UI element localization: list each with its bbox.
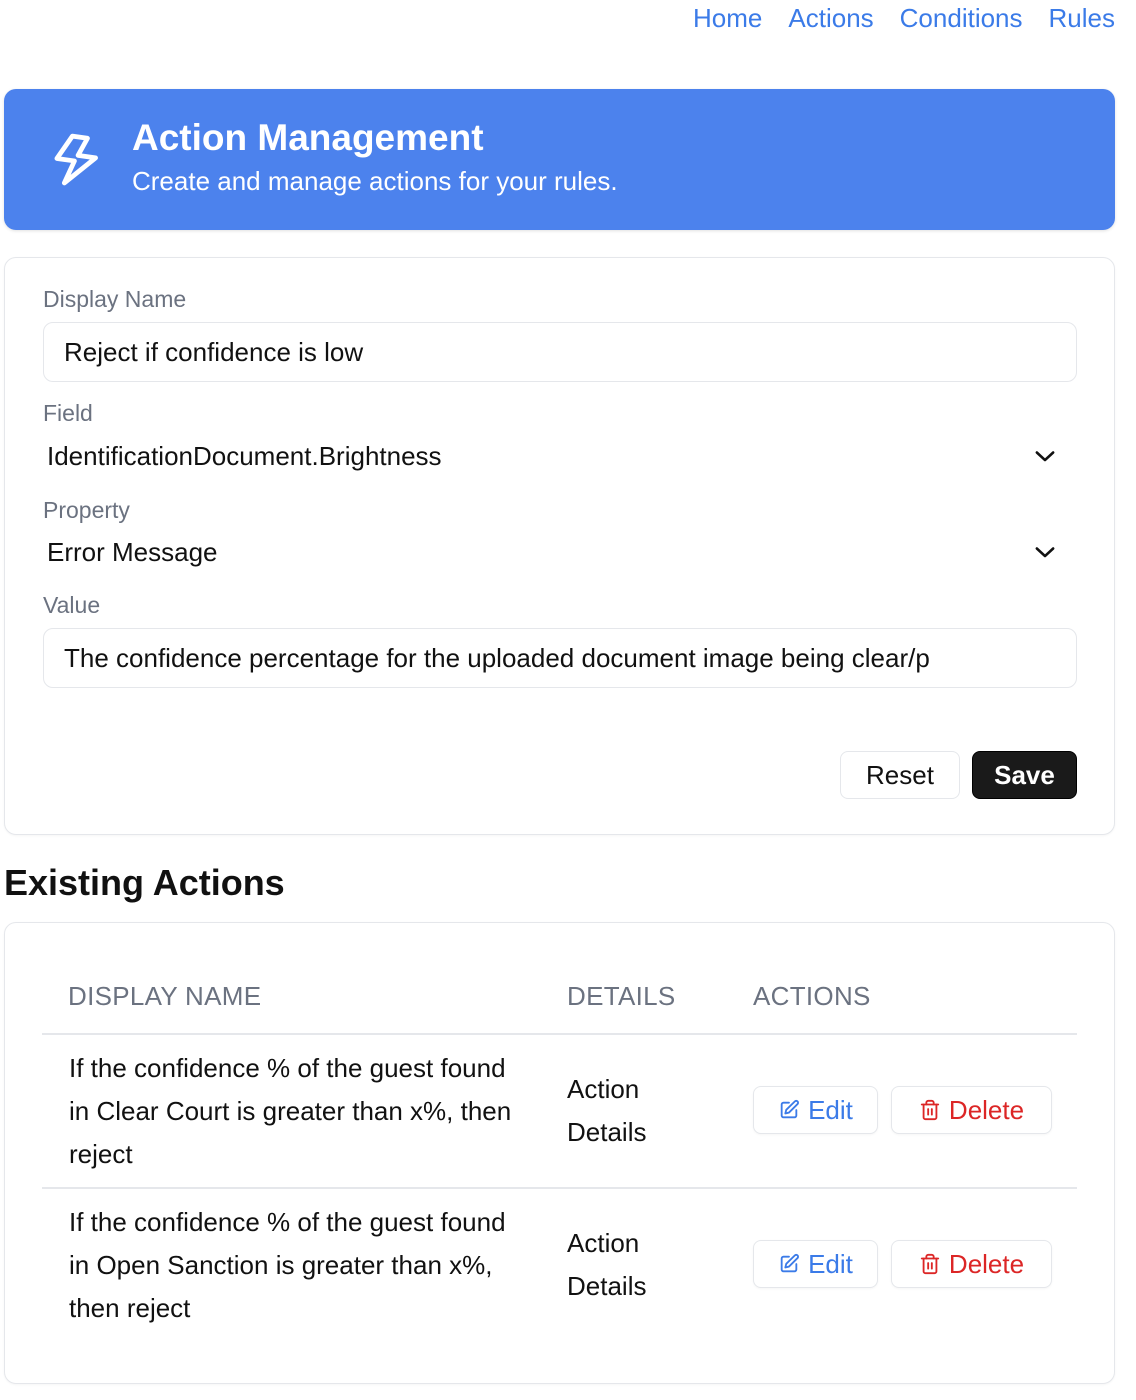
chevron-down-icon: [1035, 547, 1055, 558]
field-label: Field: [43, 400, 93, 426]
existing-actions-heading: Existing Actions: [4, 862, 285, 903]
display-name-input[interactable]: Reject if confidence is low: [43, 322, 1077, 382]
edit-button[interactable]: Edit: [753, 1240, 878, 1288]
column-header-details: DETAILS: [567, 981, 676, 1011]
action-form-card: Display Name Reject if confidence is low…: [4, 257, 1115, 835]
value-input[interactable]: The confidence percentage for the upload…: [43, 628, 1077, 688]
trash-icon: [920, 1099, 940, 1121]
edit-label: Edit: [808, 1094, 853, 1125]
edit-icon: [780, 1253, 800, 1273]
property-label: Property: [43, 497, 130, 523]
column-header-display-name: DISPLAY NAME: [68, 981, 262, 1011]
chevron-down-icon: [1035, 451, 1055, 462]
display-name-label: Display Name: [43, 286, 187, 312]
trash-icon: [920, 1253, 940, 1275]
property-select-value: Error Message: [47, 536, 218, 567]
page-header-banner: Action Management Create and manage acti…: [4, 89, 1115, 230]
nav-link-conditions[interactable]: Conditions: [900, 0, 1023, 36]
column-header-actions: ACTIONS: [753, 981, 871, 1011]
header-titles: Action Management Create and manage acti…: [132, 115, 618, 203]
page-title: Action Management: [132, 117, 484, 158]
save-button[interactable]: Save: [972, 751, 1077, 799]
row-details: Action Details: [567, 1228, 647, 1301]
nav-link-home[interactable]: Home: [693, 0, 762, 36]
field-select[interactable]: IdentificationDocument.Brightness: [43, 433, 1077, 479]
lightning-bolt-icon: [54, 133, 98, 186]
delete-button[interactable]: Delete: [891, 1240, 1052, 1288]
page: Home Actions Conditions Rules Action Man…: [0, 0, 1136, 1400]
page-subtitle: Create and manage actions for your rules…: [132, 166, 618, 196]
value-label: Value: [43, 592, 101, 618]
reset-button[interactable]: Reset: [840, 751, 960, 799]
row-display-name: If the confidence % of the guest found i…: [69, 1207, 506, 1323]
top-nav: Home Actions Conditions Rules: [693, 0, 1115, 36]
property-select[interactable]: Error Message: [43, 529, 1077, 575]
edit-icon: [780, 1099, 800, 1119]
existing-actions-table: DISPLAY NAME DETAILS ACTIONS If the conf…: [4, 922, 1115, 1384]
edit-button[interactable]: Edit: [753, 1086, 878, 1134]
nav-link-rules[interactable]: Rules: [1049, 0, 1115, 36]
row-display-name: If the confidence % of the guest found i…: [69, 1053, 512, 1169]
delete-label: Delete: [948, 1248, 1025, 1279]
field-select-value: IdentificationDocument.Brightness: [47, 440, 442, 471]
delete-label: Delete: [948, 1094, 1025, 1125]
row-details: Action Details: [567, 1074, 647, 1147]
row-divider: [42, 1187, 1077, 1189]
delete-button[interactable]: Delete: [891, 1086, 1052, 1134]
edit-label: Edit: [808, 1248, 853, 1279]
header-divider: [42, 1033, 1077, 1035]
nav-link-actions[interactable]: Actions: [788, 0, 873, 36]
